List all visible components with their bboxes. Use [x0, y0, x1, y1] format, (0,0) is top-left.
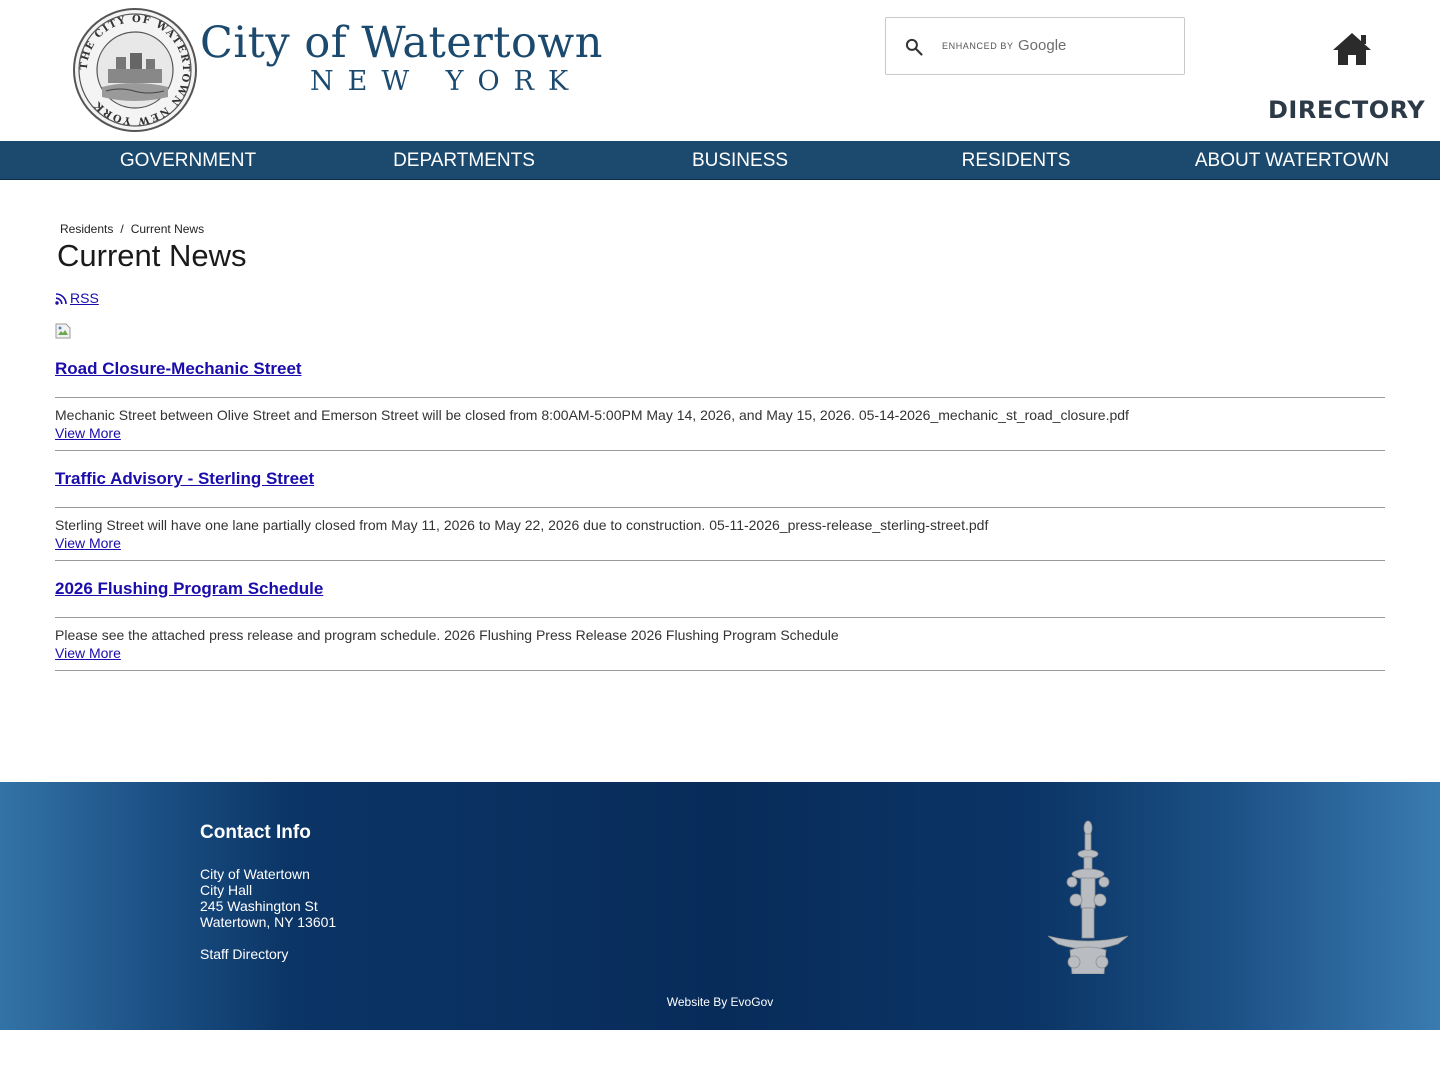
rss-link[interactable]: RSS — [55, 290, 99, 306]
search-icon[interactable] — [904, 37, 924, 57]
contact-city: Watertown, NY 13601 — [200, 914, 337, 930]
news-divider — [55, 397, 1385, 398]
news-title-link[interactable]: Traffic Advisory - Sterling Street — [55, 469, 314, 489]
site-footer: Contact Info City of Watertown City Hall… — [0, 782, 1440, 1030]
news-divider — [55, 670, 1385, 671]
city-seal-logo[interactable]: THE CITY OF WATERTOWN NEW YORK — [72, 7, 198, 133]
nav-item-departments[interactable]: DEPARTMENTS — [364, 141, 564, 180]
site-subtitle: NEW YORK — [310, 66, 583, 97]
news-summary: Please see the attached press release an… — [55, 627, 839, 643]
nav-item-business[interactable]: BUSINESS — [640, 141, 840, 180]
news-title-link[interactable]: 2026 Flushing Program Schedule — [55, 579, 323, 599]
contact-heading: Contact Info — [200, 822, 311, 843]
news-divider — [55, 507, 1385, 508]
nav-item-government[interactable]: GOVERNMENT — [88, 141, 288, 180]
news-title-link[interactable]: Road Closure-Mechanic Street — [55, 359, 302, 379]
site-title[interactable]: City of Watertown — [200, 18, 603, 68]
home-icon[interactable] — [1332, 31, 1372, 67]
breadcrumb-item-current: Current News — [130, 222, 205, 236]
news-divider — [55, 560, 1385, 561]
news-divider — [55, 450, 1385, 451]
search-google-brand: Google — [1018, 37, 1067, 54]
main-nav: GOVERNMENT DEPARTMENTS BUSINESS RESIDENT… — [0, 141, 1440, 180]
nav-item-residents[interactable]: RESIDENTS — [916, 141, 1116, 180]
news-summary: Sterling Street will have one lane parti… — [55, 517, 989, 533]
breadcrumb-item-residents[interactable]: Residents — [60, 222, 113, 236]
directory-link[interactable]: DIRECTORY — [1268, 96, 1425, 124]
rss-icon — [55, 293, 67, 305]
breadcrumb-separator: / — [120, 222, 124, 236]
contact-street: 245 Washington St — [200, 898, 318, 914]
news-summary: Mechanic Street between Olive Street and… — [55, 407, 1129, 423]
staff-directory-link[interactable]: Staff Directory — [200, 946, 288, 962]
rss-label[interactable]: RSS — [70, 290, 99, 306]
nav-item-about-watertown[interactable]: ABOUT WATERTOWN — [1172, 141, 1412, 180]
broken-image-icon — [55, 323, 71, 339]
view-more-link[interactable]: View More — [55, 645, 121, 661]
page-title: Current News — [57, 238, 247, 273]
contact-building: City Hall — [200, 882, 253, 898]
site-header: THE CITY OF WATERTOWN NEW YORK City of W… — [0, 0, 1440, 141]
news-divider — [55, 617, 1385, 618]
search-enhanced-label: ENHANCED BY — [942, 41, 1014, 51]
fountain-image — [1047, 820, 1129, 974]
view-more-link[interactable]: View More — [55, 425, 121, 441]
view-more-link[interactable]: View More — [55, 535, 121, 551]
contact-org: City of Watertown — [200, 866, 310, 882]
breadcrumb: Residents / Current News — [60, 222, 204, 236]
website-by-credit[interactable]: Website By EvoGov — [0, 995, 1440, 1009]
site-search[interactable]: ENHANCED BY Google — [885, 17, 1185, 75]
